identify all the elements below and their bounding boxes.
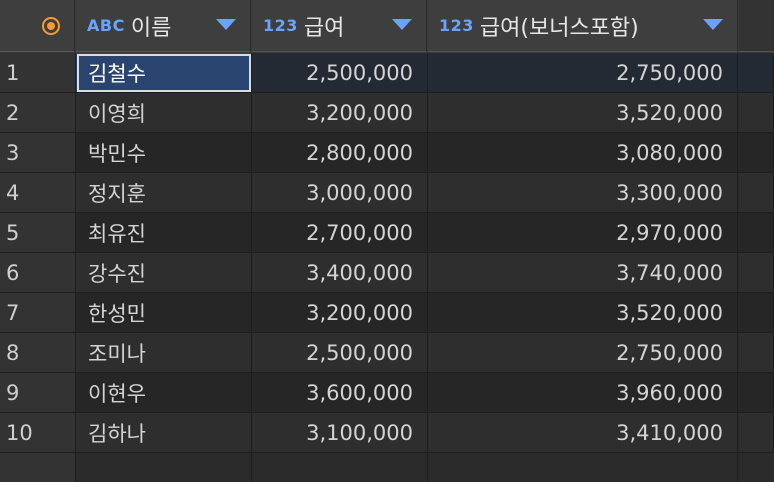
row-number[interactable]: 2: [0, 93, 76, 133]
row-filler: [738, 213, 774, 253]
row-filler: [738, 333, 774, 373]
empty-cell: [738, 453, 774, 482]
cell-name[interactable]: 이현우: [76, 373, 252, 413]
table-row[interactable]: 3 박민수 2,800,000 3,080,000: [0, 133, 774, 173]
row-number[interactable]: 8: [0, 333, 76, 373]
cell-name[interactable]: 박민수: [76, 133, 252, 173]
cell-salary[interactable]: 2,800,000: [252, 133, 428, 173]
row-number[interactable]: 6: [0, 253, 76, 293]
cell-salary-bonus[interactable]: 2,970,000: [428, 213, 738, 253]
cell-salary-bonus[interactable]: 3,520,000: [428, 93, 738, 133]
table-row[interactable]: 4 정지훈 3,000,000 3,300,000: [0, 173, 774, 213]
cell-salary-bonus[interactable]: 3,960,000: [428, 373, 738, 413]
row-filler: [738, 173, 774, 213]
empty-grid-area: [0, 453, 774, 482]
type-badge-number: 123: [263, 16, 298, 35]
table-row[interactable]: 7 한성민 3,200,000 3,520,000: [0, 293, 774, 333]
cell-salary-bonus[interactable]: 3,300,000: [428, 173, 738, 213]
cell-name[interactable]: 김하나: [76, 413, 252, 453]
type-badge-text: ABC: [87, 16, 125, 35]
cell-salary-bonus[interactable]: 3,740,000: [428, 253, 738, 293]
cell-salary[interactable]: 2,500,000: [252, 53, 428, 93]
record-icon: [42, 16, 60, 35]
cell-name[interactable]: 강수진: [76, 253, 252, 293]
row-filler: [738, 133, 774, 173]
row-number[interactable]: 9: [0, 373, 76, 413]
cell-name[interactable]: 김철수: [76, 53, 252, 93]
cell-salary[interactable]: 3,000,000: [252, 173, 428, 213]
triangle-down-icon[interactable]: [392, 19, 412, 30]
cell-salary[interactable]: 2,500,000: [252, 333, 428, 373]
row-filler: [738, 293, 774, 333]
table-row[interactable]: 5 최유진 2,700,000 2,970,000: [0, 213, 774, 253]
cell-salary[interactable]: 2,700,000: [252, 213, 428, 253]
row-filler: [738, 253, 774, 293]
cell-name[interactable]: 정지훈: [76, 173, 252, 213]
empty-row-number: [0, 453, 76, 482]
triangle-down-icon[interactable]: [216, 19, 236, 30]
column-label: 급여: [303, 15, 345, 41]
row-number[interactable]: 3: [0, 133, 76, 173]
cell-name[interactable]: 최유진: [76, 213, 252, 253]
cell-salary-bonus[interactable]: 2,750,000: [428, 333, 738, 373]
cell-salary[interactable]: 3,200,000: [252, 293, 428, 333]
column-label: 이름: [130, 15, 172, 41]
column-header-name[interactable]: ABC 이름: [76, 0, 251, 52]
column-label: 급여(보너스포함): [479, 15, 639, 41]
cell-name[interactable]: 이영희: [76, 93, 252, 133]
table-row[interactable]: 9 이현우 3,600,000 3,960,000: [0, 373, 774, 413]
table-row[interactable]: 10 김하나 3,100,000 3,410,000: [0, 413, 774, 453]
cell-salary-bonus[interactable]: 3,410,000: [428, 413, 738, 453]
row-number[interactable]: 10: [0, 413, 76, 453]
column-header-salary[interactable]: 123 급여: [252, 0, 427, 52]
row-number[interactable]: 1: [0, 53, 76, 93]
row-filler: [738, 93, 774, 133]
table-row[interactable]: 1 김철수 2,500,000 2,750,000: [0, 53, 774, 93]
row-filler: [738, 373, 774, 413]
column-header-salary-bonus[interactable]: 123 급여(보너스포함): [428, 0, 738, 52]
triangle-down-icon[interactable]: [703, 19, 723, 30]
row-number[interactable]: 4: [0, 173, 76, 213]
empty-cell: [252, 453, 428, 482]
cell-name[interactable]: 한성민: [76, 293, 252, 333]
cell-name[interactable]: 조미나: [76, 333, 252, 373]
select-all-corner[interactable]: [0, 0, 75, 52]
header-filler: [739, 0, 774, 52]
cell-salary[interactable]: 3,600,000: [252, 373, 428, 413]
cell-salary-bonus[interactable]: 3,080,000: [428, 133, 738, 173]
row-number[interactable]: 7: [0, 293, 76, 333]
row-filler: [738, 413, 774, 453]
cell-salary-bonus[interactable]: 3,520,000: [428, 293, 738, 333]
grid-header: ABC 이름 123 급여 123 급여(보너스포함): [0, 0, 774, 53]
cell-salary[interactable]: 3,100,000: [252, 413, 428, 453]
cell-salary[interactable]: 3,400,000: [252, 253, 428, 293]
type-badge-number: 123: [439, 16, 474, 35]
row-number[interactable]: 5: [0, 213, 76, 253]
empty-cell: [76, 453, 252, 482]
cell-salary-bonus[interactable]: 2,750,000: [428, 53, 738, 93]
table-row[interactable]: 8 조미나 2,500,000 2,750,000: [0, 333, 774, 373]
table-row[interactable]: 2 이영희 3,200,000 3,520,000: [0, 93, 774, 133]
table-row[interactable]: 6 강수진 3,400,000 3,740,000: [0, 253, 774, 293]
cell-salary[interactable]: 3,200,000: [252, 93, 428, 133]
result-grid: ABC 이름 123 급여 123 급여(보너스포함) 1 김철수 2,500,00…: [0, 0, 774, 482]
empty-cell: [428, 453, 738, 482]
row-filler: [738, 53, 774, 93]
